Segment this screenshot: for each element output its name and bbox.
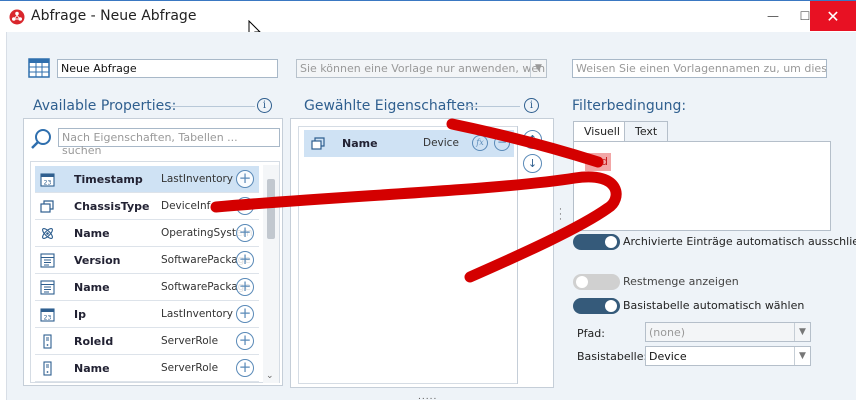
basetable-auto-toggle[interactable] bbox=[573, 298, 620, 314]
chevron-down-icon: ▼ bbox=[794, 323, 810, 341]
function-icon[interactable]: fx bbox=[472, 135, 488, 151]
app-logo-icon bbox=[9, 9, 25, 25]
title-bar: Abfrage - Neue Abfrage — ☐ ✕ bbox=[0, 0, 856, 32]
basetable-select[interactable]: Device ▼ bbox=[645, 346, 811, 366]
add-icon[interactable]: + bbox=[236, 197, 254, 215]
chevron-down-icon[interactable]: ⌄ bbox=[266, 371, 274, 381]
property-source: DeviceInfo bbox=[161, 200, 217, 212]
close-button[interactable]: ✕ bbox=[810, 1, 856, 31]
chevron-down-icon[interactable]: ▼ bbox=[530, 60, 546, 77]
move-up-icon[interactable]: ↑ bbox=[523, 130, 542, 149]
property-row[interactable]: Name SoftwarePackage + bbox=[35, 274, 259, 301]
scroll-thumb[interactable] bbox=[267, 179, 275, 239]
calendar-icon: 23 bbox=[40, 173, 55, 187]
property-row[interactable]: RoleId ServerRole + bbox=[35, 328, 259, 355]
archived-label: Archivierte Einträge automatisch ausschl… bbox=[623, 235, 856, 248]
property-source: ServerRole bbox=[161, 335, 219, 347]
basetable-label: Basistabelle: bbox=[577, 350, 648, 363]
server-icon bbox=[43, 334, 52, 349]
property-source: LastInventory bbox=[161, 308, 234, 320]
property-row[interactable]: ChassisType DeviceInfo + bbox=[35, 193, 259, 220]
property-row[interactable]: Name ServerRole + bbox=[35, 355, 259, 382]
move-down-icon[interactable]: ↓ bbox=[523, 154, 542, 173]
package-icon bbox=[40, 280, 55, 295]
table-icon bbox=[28, 58, 50, 78]
info-icon[interactable]: i bbox=[524, 98, 539, 113]
vertical-splitter[interactable]: · · · bbox=[559, 206, 563, 225]
filter-editor[interactable] bbox=[573, 141, 831, 231]
property-list-scrollbar[interactable]: ⌄ bbox=[263, 165, 279, 383]
property-name: Version bbox=[74, 254, 121, 267]
property-name: ChassisType bbox=[74, 200, 150, 213]
add-icon[interactable]: + bbox=[236, 224, 254, 242]
info-icon[interactable]: i bbox=[257, 98, 272, 113]
template-name-input[interactable]: Weisen Sie einen Vorlagennamen zu, um di… bbox=[572, 59, 827, 78]
add-icon[interactable]: + bbox=[236, 170, 254, 188]
selected-row[interactable]: Name Device fx − bbox=[304, 130, 514, 157]
reorder-column: ↑ ↓ bbox=[517, 126, 546, 384]
add-icon[interactable]: + bbox=[236, 278, 254, 296]
selected-property-source: Device bbox=[423, 137, 459, 149]
and-operator-chip[interactable]: und bbox=[585, 153, 611, 171]
property-source: ServerRole bbox=[161, 362, 219, 374]
add-icon[interactable]: + bbox=[236, 305, 254, 323]
property-source: LastInventory bbox=[161, 173, 234, 185]
package-icon bbox=[40, 253, 55, 268]
window-title: Abfrage - Neue Abfrage bbox=[31, 8, 197, 24]
property-name: Name bbox=[74, 281, 110, 294]
template-select[interactable]: Sie können eine Vorlage nur anwenden, we… bbox=[296, 59, 547, 78]
property-name: Timestamp bbox=[74, 173, 143, 186]
windows-icon bbox=[40, 200, 54, 213]
remainder-toggle[interactable] bbox=[573, 274, 620, 290]
property-name: RoleId bbox=[74, 335, 114, 348]
selected-list bbox=[298, 126, 546, 384]
svg-text:23: 23 bbox=[44, 180, 52, 187]
divider bbox=[465, 106, 520, 107]
atom-icon bbox=[42, 228, 53, 239]
property-search-input[interactable]: Nach Eigenschaften, Tabellen ... suchen bbox=[58, 128, 280, 157]
add-icon[interactable]: + bbox=[236, 251, 254, 269]
property-row[interactable]: Version SoftwarePackage + bbox=[35, 247, 259, 274]
filter-title: Filterbedingung: bbox=[572, 98, 687, 114]
path-label: Pfad: bbox=[577, 327, 605, 340]
available-properties-title: Available Properties: bbox=[33, 98, 177, 114]
property-name: Name bbox=[74, 227, 110, 240]
archived-toggle[interactable] bbox=[573, 234, 620, 250]
horizontal-splitter[interactable]: ..... bbox=[418, 392, 437, 400]
remove-icon[interactable]: − bbox=[494, 135, 510, 151]
property-row[interactable]: 23 Ip LastInventory + bbox=[35, 301, 259, 328]
property-name: Ip bbox=[74, 308, 86, 321]
chevron-down-icon[interactable]: ▼ bbox=[794, 347, 810, 365]
calendar-icon: 23 bbox=[40, 308, 55, 322]
divider bbox=[170, 106, 255, 107]
property-row[interactable]: 23 Timestamp LastInventory + bbox=[35, 166, 259, 193]
add-icon[interactable]: + bbox=[236, 332, 254, 350]
server-icon bbox=[43, 361, 52, 376]
remainder-label: Restmenge anzeigen bbox=[623, 275, 739, 288]
selected-property-name: Name bbox=[342, 137, 378, 150]
tab-visual[interactable]: Visuell bbox=[573, 121, 631, 142]
basetable-auto-label: Basistabelle automatisch wählen bbox=[623, 299, 805, 312]
path-select: (none) ▼ bbox=[645, 322, 811, 342]
basetable-value: Device bbox=[649, 350, 687, 363]
tab-text[interactable]: Text bbox=[624, 121, 669, 142]
svg-text:23: 23 bbox=[44, 315, 52, 322]
selected-properties-title: Gewählte Eigenschaften: bbox=[304, 98, 479, 114]
query-name-input[interactable]: Neue Abfrage bbox=[57, 59, 278, 78]
path-value: (none) bbox=[649, 326, 686, 339]
add-icon[interactable]: + bbox=[236, 359, 254, 377]
property-name: Name bbox=[74, 362, 110, 375]
property-row[interactable]: Name OperatingSystem + bbox=[35, 220, 259, 247]
windows-icon bbox=[311, 137, 325, 150]
search-icon bbox=[31, 129, 51, 149]
